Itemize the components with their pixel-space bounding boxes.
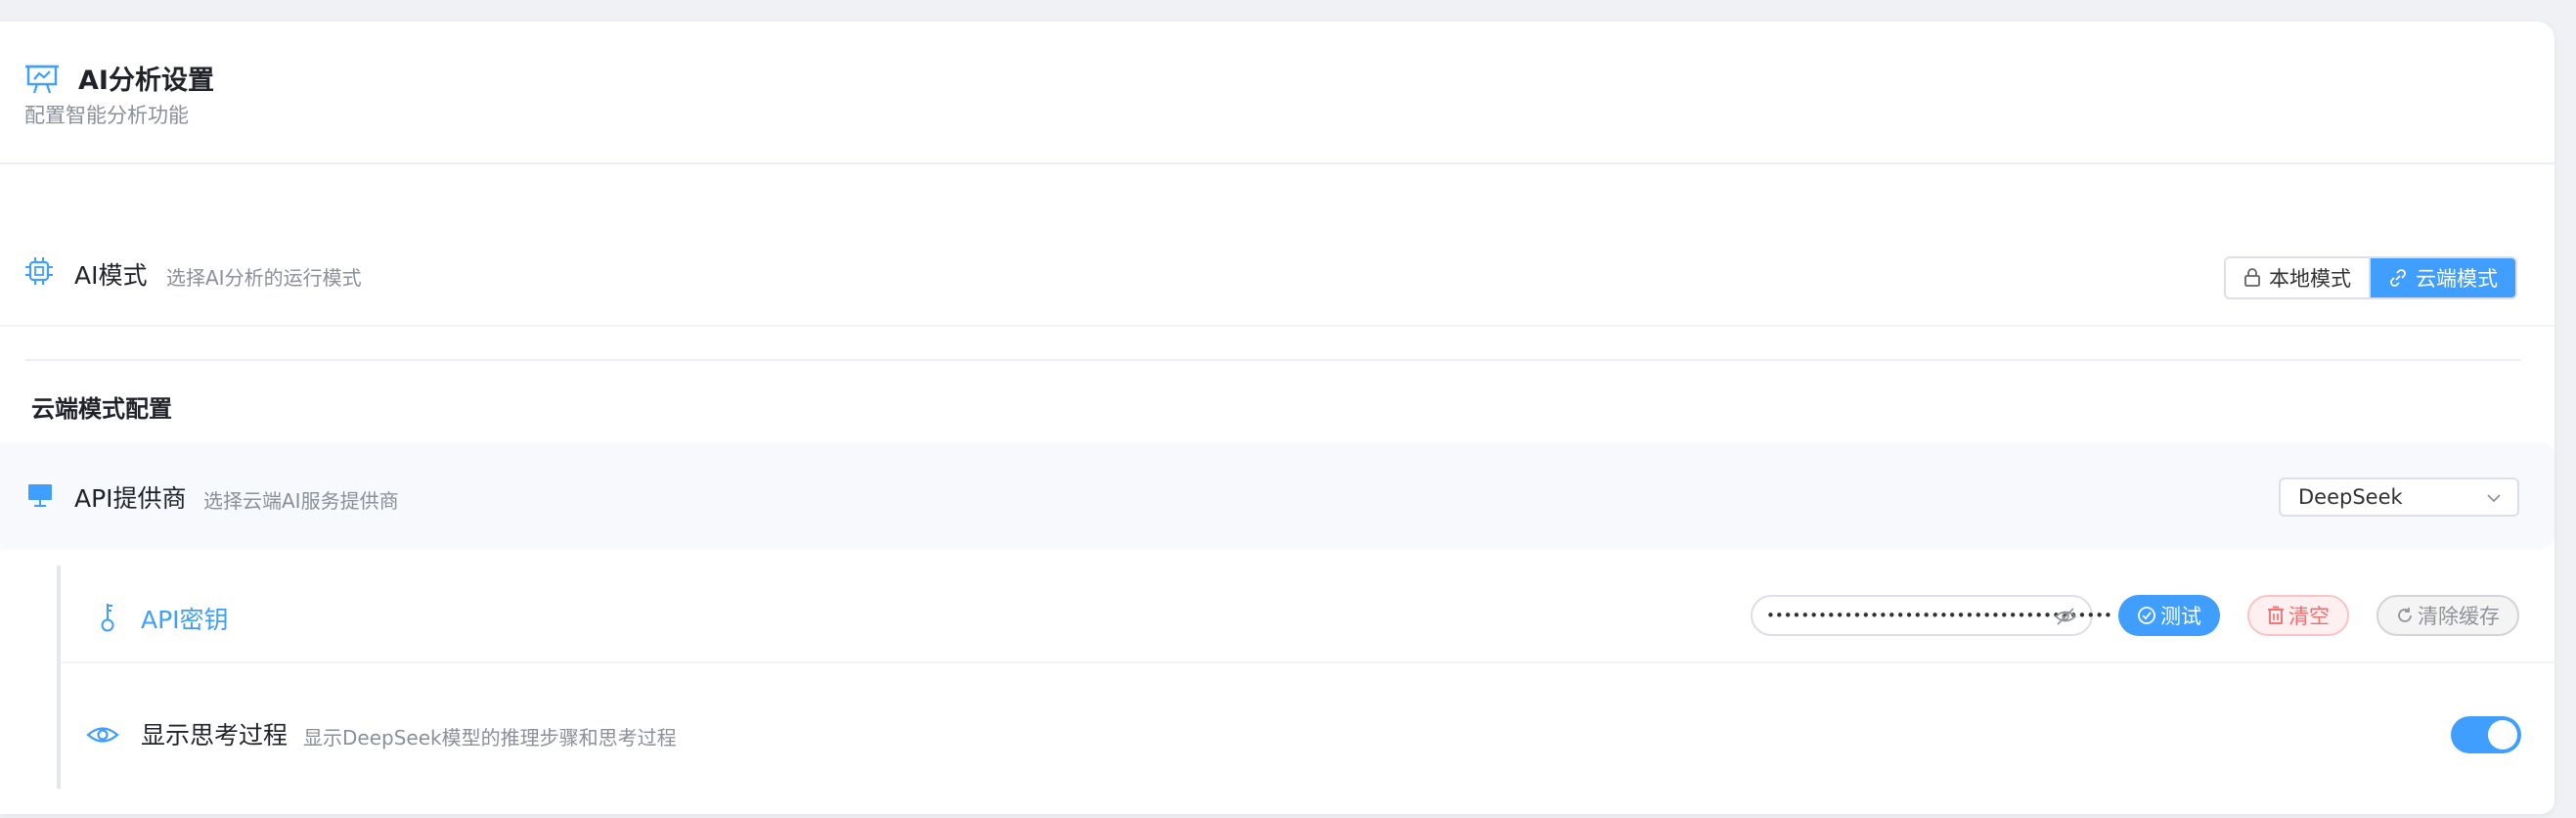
test-key-label: 测试 (2160, 605, 2201, 628)
presentation-icon (25, 65, 59, 94)
clear-cache-label: 清除缓存 (2418, 605, 2500, 628)
api-provider-title: API提供商 (74, 484, 187, 513)
key-icon (101, 604, 114, 632)
api-provider-desc: 选择云端AI服务提供商 (203, 489, 399, 513)
toggle-knob (2488, 720, 2517, 750)
cloud-mode-option[interactable]: 云端模式 (2371, 258, 2515, 297)
ai-mode-row: AI模式 选择AI分析的运行模式 本地模式 云端模式 (0, 209, 2554, 327)
api-key-input[interactable]: •••••••••••••••••••••••••••••••••••••••• (1751, 595, 2112, 636)
clear-key-button[interactable]: 清空 (2247, 595, 2349, 636)
settings-header: AI分析设置 配置智能分析功能 (0, 22, 2554, 164)
local-mode-label: 本地模式 (2269, 267, 2351, 291)
eye-off-icon[interactable] (2054, 607, 2077, 626)
clear-cache-button[interactable]: 清除缓存 (2376, 595, 2519, 636)
local-mode-option[interactable]: 本地模式 (2226, 258, 2371, 297)
ai-settings-card: AI分析设置 配置智能分析功能 AI模式 选择AI分析的运行模式 本地模式 云端… (0, 22, 2554, 814)
test-key-button[interactable]: 测试 (2118, 595, 2220, 636)
show-thinking-desc: 显示DeepSeek模型的推理步骤和思考过程 (303, 726, 677, 750)
monitor-icon (28, 484, 52, 507)
clear-key-label: 清空 (2288, 605, 2330, 628)
link-icon (2390, 269, 2406, 287)
api-key-title: API密钥 (141, 606, 229, 634)
ai-mode-segmented-control: 本地模式 云端模式 (2224, 256, 2517, 299)
check-circle-icon (2138, 607, 2155, 624)
cloud-config-heading: 云端模式配置 (31, 395, 172, 423)
show-thinking-toggle[interactable] (2451, 716, 2521, 753)
page-subtitle: 配置智能分析功能 (24, 104, 189, 127)
api-provider-select[interactable]: DeepSeek (2279, 477, 2519, 517)
page-title: AI分析设置 (78, 66, 214, 96)
eye-icon (86, 727, 119, 743)
api-provider-selected: DeepSeek (2298, 485, 2403, 509)
show-thinking-title: 显示思考过程 (141, 721, 289, 750)
cloud-mode-label: 云端模式 (2416, 267, 2498, 291)
refresh-icon (2398, 608, 2412, 622)
section-divider (24, 359, 2520, 361)
ai-mode-title: AI模式 (74, 261, 148, 290)
chevron-down-icon (2487, 494, 2501, 503)
lock-icon (2244, 268, 2260, 287)
show-thinking-row: 显示思考过程 显示DeepSeek模型的推理步骤和思考过程 (61, 687, 2554, 785)
api-key-row: API密钥 ••••••••••••••••••••••••••••••••••… (61, 566, 2554, 663)
ai-mode-desc: 选择AI分析的运行模式 (166, 266, 362, 290)
cpu-chip-icon (25, 257, 53, 285)
api-provider-row: API提供商 选择云端AI服务提供商 DeepSeek (0, 442, 2554, 546)
trash-icon (2268, 606, 2284, 624)
